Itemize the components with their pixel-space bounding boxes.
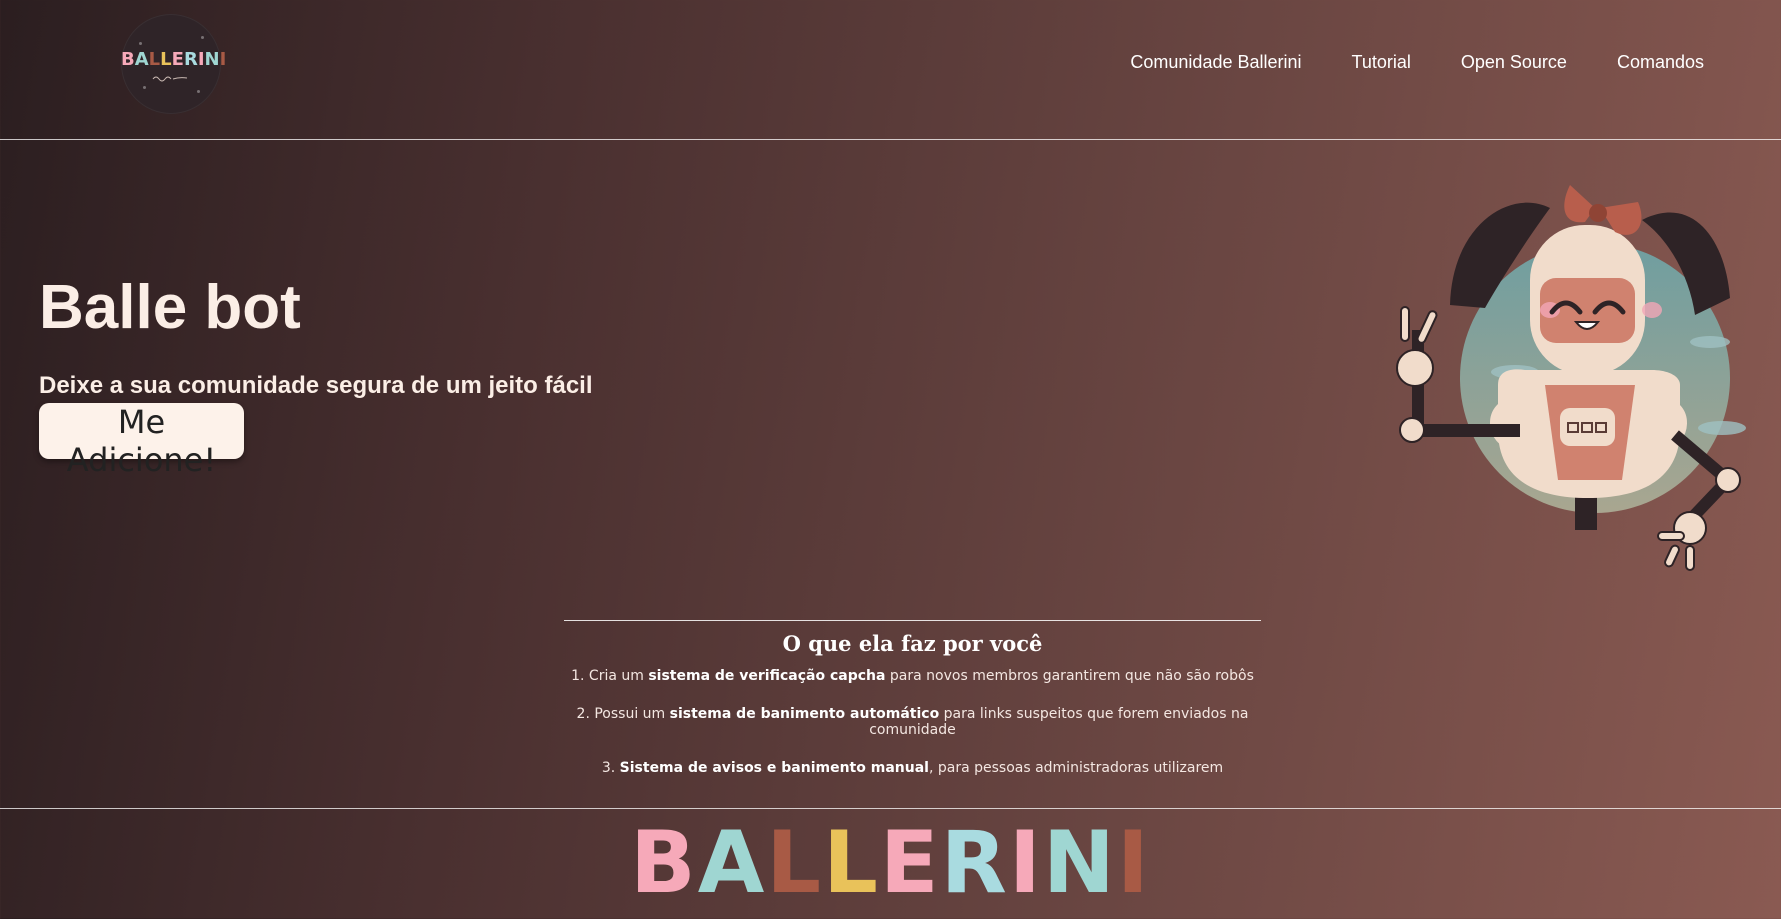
logo-scribble-icon xyxy=(152,76,188,82)
nav-link-open-source[interactable]: Open Source xyxy=(1461,52,1567,73)
top-navbar: BALLERINI Comunidade Ballerini Tutorial … xyxy=(0,0,1781,140)
left-finger xyxy=(1400,306,1410,342)
feature-highlight: sistema de verificação capcha xyxy=(648,668,886,684)
feature-item: 3. Sistema de avisos e banimento manual,… xyxy=(564,760,1261,776)
logo-letter: I xyxy=(219,49,227,70)
logo-letter: E xyxy=(171,49,184,70)
feature-item: 1. Cria um sistema de verificação capcha… xyxy=(564,668,1261,684)
nav-link-comandos[interactable]: Comandos xyxy=(1617,52,1704,73)
logo-letter: L xyxy=(766,813,824,913)
footer: BALLERINI xyxy=(0,808,1781,919)
bow-knot xyxy=(1589,204,1607,222)
feature-highlight: sistema de banimento automático xyxy=(669,706,940,722)
right-elbow xyxy=(1715,467,1741,493)
logo-dot xyxy=(197,90,200,93)
feature-highlight: Sistema de avisos e banimento manual xyxy=(619,760,929,776)
cloud xyxy=(1690,336,1730,348)
left-elbow xyxy=(1399,417,1425,443)
features-section: O que ela faz por você 1. Cria um sistem… xyxy=(564,620,1261,798)
logo-letter: A xyxy=(697,813,767,913)
logo-letter: I xyxy=(197,49,205,70)
logo-letter: I xyxy=(1116,813,1151,913)
feature-item: 2. Possui um sistema de banimento automá… xyxy=(564,706,1261,738)
feature-suffix: para novos membros garantirem que não sã… xyxy=(885,668,1254,684)
logo-letter: N xyxy=(1042,813,1117,913)
right-finger xyxy=(1657,531,1685,541)
robot-mascot-illustration xyxy=(1396,185,1746,571)
feature-prefix: 3. xyxy=(601,760,620,776)
ballerini-logo[interactable]: BALLERINI xyxy=(121,14,226,114)
right-cheek xyxy=(1642,302,1662,318)
left-hand xyxy=(1396,349,1434,387)
footer-logo: BALLERINI xyxy=(0,813,1781,913)
logo-letter: N xyxy=(204,49,220,70)
features-list: 1. Cria um sistema de verificação capcha… xyxy=(564,668,1261,776)
logo-dot xyxy=(143,86,146,89)
left-arm xyxy=(1410,424,1520,437)
logo-letter: L xyxy=(148,49,161,70)
logo-letter: R xyxy=(940,813,1009,913)
right-finger xyxy=(1664,544,1680,568)
logo-dot xyxy=(139,42,142,45)
left-finger xyxy=(1416,310,1438,344)
logo-letter: R xyxy=(183,49,198,70)
nav-link-tutorial[interactable]: Tutorial xyxy=(1352,52,1411,73)
logo-letter: B xyxy=(630,813,698,913)
hero-subtitle: Deixe a sua comunidade segura de um jeit… xyxy=(39,372,593,399)
main-nav: Comunidade Ballerini Tutorial Open Sourc… xyxy=(1130,52,1704,73)
logo-letter: B xyxy=(121,49,135,70)
features-heading: O que ela faz por você xyxy=(782,631,1043,656)
feature-suffix: , para pessoas administradoras utilizare… xyxy=(928,760,1224,776)
right-finger xyxy=(1685,545,1695,571)
logo-letter: L xyxy=(823,813,880,913)
logo-letter: L xyxy=(160,49,172,70)
logo-text: BALLERINI xyxy=(121,49,226,70)
logo-dot xyxy=(201,36,204,39)
logo-letter: I xyxy=(1008,813,1043,913)
nav-link-comunidade[interactable]: Comunidade Ballerini xyxy=(1130,52,1301,73)
add-bot-button[interactable]: Me Adicione! xyxy=(39,403,244,479)
logo-letter: E xyxy=(879,813,941,913)
feature-prefix: 2. Possui um xyxy=(576,706,670,722)
hero-title: Balle bot xyxy=(39,273,301,342)
logo-letter: A xyxy=(134,49,149,70)
feature-prefix: 1. Cria um xyxy=(571,668,649,684)
cloud xyxy=(1698,421,1746,435)
